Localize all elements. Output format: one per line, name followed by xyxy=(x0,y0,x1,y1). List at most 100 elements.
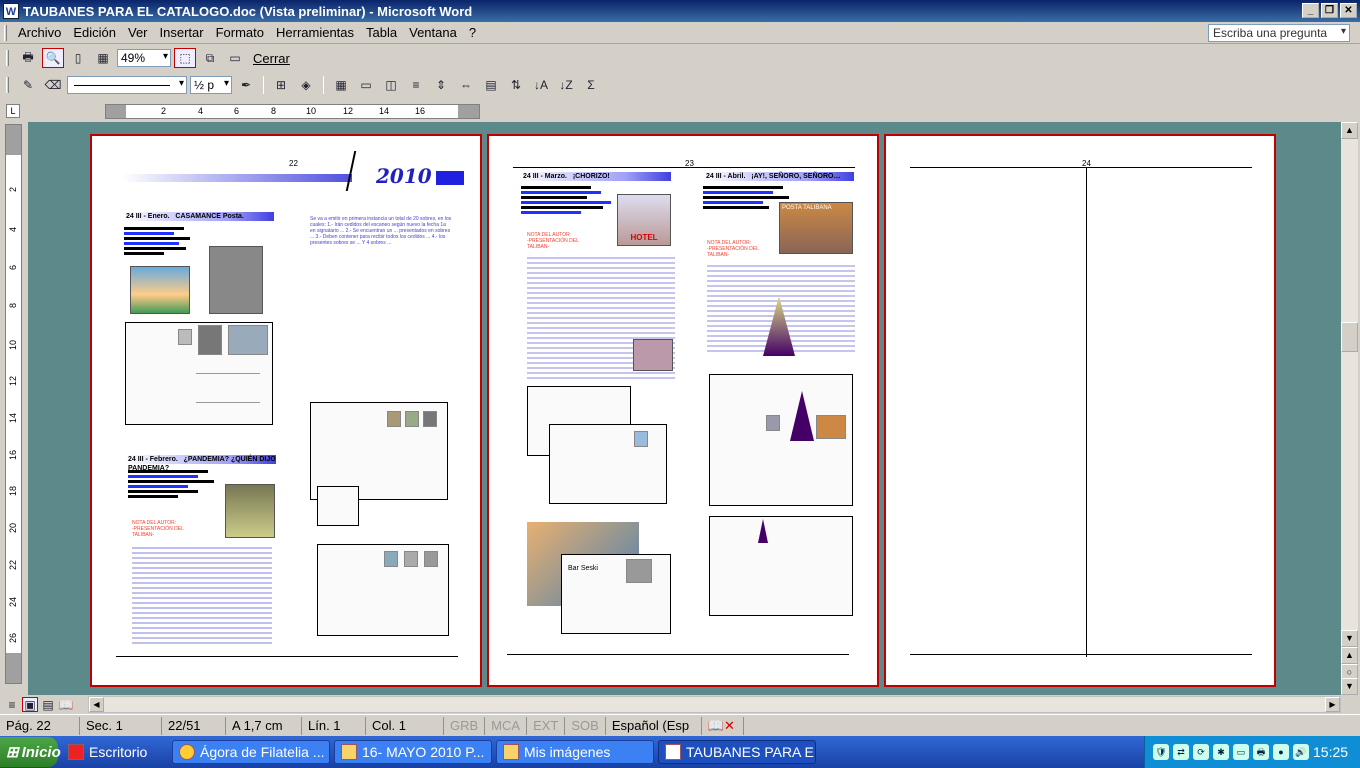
align-icon[interactable]: ≡ xyxy=(405,75,427,95)
next-page-icon[interactable]: ▼ xyxy=(1341,678,1358,695)
autoformat-icon[interactable]: ▤ xyxy=(480,75,502,95)
status-track-changes[interactable]: MCA xyxy=(485,716,528,735)
spelling-status-icon[interactable]: 📖✕ xyxy=(702,716,744,735)
full-screen-icon[interactable]: ▭ xyxy=(224,48,246,68)
page-24[interactable]: 24 xyxy=(884,134,1276,687)
vruler-tick: 20 xyxy=(8,523,18,534)
status-extend[interactable]: EXT xyxy=(527,716,566,735)
author-note: NOTA DEL AUTOR: -PRESENTACIÓN DEL TALIBAN- xyxy=(527,232,607,252)
tab-selector[interactable]: L xyxy=(6,104,20,118)
help-question-box[interactable]: Escriba una pregunta xyxy=(1208,24,1350,42)
page-22[interactable]: 22 2010 24 III - Enero. CASAMANCE Posta.… xyxy=(90,134,482,687)
section-title-senoro: 24 III - Abril. ¡AY!, SEÑORO, SEÑORO… xyxy=(702,172,854,181)
normal-view-icon[interactable]: ≡ xyxy=(4,697,20,712)
toolbar-separator xyxy=(323,76,324,94)
scroll-thumb[interactable] xyxy=(1341,322,1358,352)
menu-ventana[interactable]: Ventana xyxy=(403,25,463,40)
borders-icon[interactable]: ⊞ xyxy=(270,75,292,95)
menu-ver[interactable]: Ver xyxy=(122,25,154,40)
distribute-rows-icon[interactable]: ⇕ xyxy=(430,75,452,95)
printer-icon[interactable]: 🖶 xyxy=(1253,744,1269,760)
task-mis-imagenes[interactable]: Mis imágenes xyxy=(496,740,654,764)
multiple-pages-icon[interactable]: ▦ xyxy=(92,48,114,68)
close-preview-button[interactable]: Cerrar xyxy=(249,51,294,66)
display-icon[interactable]: ▭ xyxy=(1233,744,1249,760)
minimize-button[interactable]: _ xyxy=(1302,3,1319,18)
scroll-left-icon[interactable]: ◀ xyxy=(89,697,104,712)
task-mayo[interactable]: 16- MAYO 2010 P... xyxy=(334,740,492,764)
ruler-tick: 14 xyxy=(379,106,390,116)
autosum-icon[interactable]: Σ xyxy=(580,75,602,95)
sync-icon[interactable]: ⟳ xyxy=(1193,744,1209,760)
close-button[interactable]: ✕ xyxy=(1340,3,1357,18)
print-layout-view-icon[interactable]: ▤ xyxy=(40,697,56,712)
previous-page-icon[interactable]: ▲ xyxy=(1341,647,1358,664)
security-icon[interactable]: ● xyxy=(1273,744,1289,760)
task-agora[interactable]: Ágora de Filatelia ... xyxy=(172,740,330,764)
split-cells-icon[interactable]: ◫ xyxy=(380,75,402,95)
eraser-icon[interactable]: ⌫ xyxy=(42,75,64,95)
envelope-image xyxy=(125,322,273,425)
envelope-image xyxy=(709,516,853,616)
section-title-pandemia: 24 III - Febrero. ¿PANDEMIA? ¿QUIÉN DIJO… xyxy=(124,455,276,472)
task-escritorio[interactable]: Escritorio xyxy=(62,740,168,764)
insert-table-icon[interactable]: ▦ xyxy=(330,75,352,95)
article-text-2 xyxy=(132,544,272,644)
menu-grip[interactable] xyxy=(4,24,7,41)
horizontal-scrollbar[interactable]: ◀ ▶ xyxy=(88,696,1341,713)
menu-tabla[interactable]: Tabla xyxy=(360,25,403,40)
shading-color-icon[interactable]: ◈ xyxy=(295,75,317,95)
scroll-right-icon[interactable]: ▶ xyxy=(1325,697,1340,712)
clock[interactable]: 15:25 xyxy=(1313,744,1348,760)
sort-ascending-icon[interactable]: ↓A xyxy=(530,75,552,95)
toolbar-grip[interactable] xyxy=(6,50,9,66)
status-record-macro[interactable]: GRB xyxy=(444,716,486,735)
vertical-scrollbar[interactable]: ▲ ▼ ▲ ○ ▼ xyxy=(1341,122,1358,695)
posta-talibana-stamp: POSTA TALIBANA xyxy=(779,202,853,254)
zoom-combo[interactable]: 49% xyxy=(117,49,171,67)
scroll-down-icon[interactable]: ▼ xyxy=(1341,630,1358,647)
distribute-columns-icon[interactable]: ⇔ xyxy=(455,75,477,95)
shield-icon[interactable]: 🛡 xyxy=(1153,744,1169,760)
menu-herramientas[interactable]: Herramientas xyxy=(270,25,360,40)
view-ruler-icon[interactable]: ⬚ xyxy=(174,48,196,68)
scroll-up-icon[interactable]: ▲ xyxy=(1341,122,1358,139)
ruler-tick: 16 xyxy=(415,106,426,116)
ruler-area: L 2 4 6 8 10 12 14 16 xyxy=(0,100,1360,122)
volume-icon[interactable]: 🔊 xyxy=(1293,744,1309,760)
web-layout-view-icon[interactable]: ▣ xyxy=(22,697,38,712)
text-direction-icon[interactable]: ⇅ xyxy=(505,75,527,95)
task-label: Ágora de Filatelia ... xyxy=(200,744,325,760)
bluetooth-icon[interactable]: ✱ xyxy=(1213,744,1229,760)
footer-line xyxy=(507,654,849,655)
shrink-to-fit-icon[interactable]: ⧉ xyxy=(199,48,221,68)
border-color-icon[interactable]: ✒ xyxy=(235,75,257,95)
restore-button[interactable]: ❐ xyxy=(1321,3,1338,18)
menu-archivo[interactable]: Archivo xyxy=(12,25,67,40)
word-app-icon[interactable]: W xyxy=(3,3,19,19)
one-page-icon[interactable]: ▯ xyxy=(67,48,89,68)
start-button[interactable]: ⊞ Inicio xyxy=(0,737,61,767)
task-word-document[interactable]: TAUBANES PARA E... xyxy=(658,740,816,764)
ruler-margin-left xyxy=(106,105,126,118)
print-icon[interactable]: 🖶 xyxy=(17,48,39,68)
vruler-tick: 10 xyxy=(8,340,18,351)
tables-borders-icon[interactable]: ✎ xyxy=(17,75,39,95)
menu-formato[interactable]: Formato xyxy=(210,25,270,40)
merge-cells-icon[interactable]: ▭ xyxy=(355,75,377,95)
line-width-combo[interactable]: ½ p xyxy=(190,76,232,94)
status-overtype[interactable]: SOB xyxy=(565,716,606,735)
menu-edicion[interactable]: Edición xyxy=(67,25,122,40)
toolbar-grip-2[interactable] xyxy=(6,77,9,93)
page-23[interactable]: 23 24 III - Marzo. ¡CHORIZO! HOTEL NOTA … xyxy=(487,134,879,687)
menu-insertar[interactable]: Insertar xyxy=(154,25,210,40)
menu-ayuda[interactable]: ? xyxy=(463,25,482,40)
network-icon[interactable]: ⇄ xyxy=(1173,744,1189,760)
horizontal-ruler[interactable]: 2 4 6 8 10 12 14 16 xyxy=(105,104,480,119)
status-language[interactable]: Español (Esp xyxy=(606,716,702,735)
reading-view-icon[interactable]: 📖 xyxy=(58,697,74,712)
magnifier-icon[interactable]: 🔍 xyxy=(42,48,64,68)
sort-descending-icon[interactable]: ↓Z xyxy=(555,75,577,95)
line-style-combo[interactable] xyxy=(67,76,187,94)
vertical-ruler[interactable]: 2 4 6 8 10 12 14 16 18 20 22 24 26 xyxy=(5,124,22,684)
